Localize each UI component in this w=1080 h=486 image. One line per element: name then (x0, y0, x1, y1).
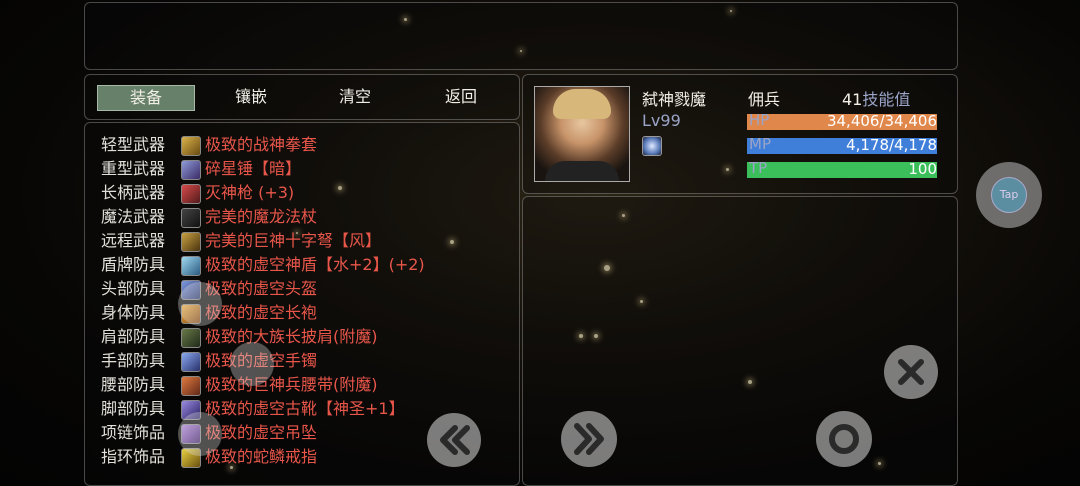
close-icon (898, 359, 924, 385)
hammer-icon (181, 159, 201, 180)
equipment-row[interactable]: 远程武器 完美的巨神十字弩【风】 (101, 229, 381, 253)
dpad-center-icon (230, 342, 274, 386)
slot-label: 指环饰品 (101, 447, 166, 466)
virtual-dpad[interactable] (170, 282, 320, 472)
item-name: 灭神枪 (+3) (205, 183, 295, 202)
slot-label: 腰部防具 (101, 375, 166, 394)
mp-value: 4,178/4,178 (846, 136, 937, 154)
portrait-hair (553, 89, 611, 119)
element-badge-icon (642, 136, 662, 156)
hp-value: 34,406/34,406 (826, 112, 937, 130)
tp-label: TP (749, 159, 768, 177)
slot-label: 轻型武器 (101, 135, 166, 154)
character-class: 佣兵 (748, 90, 781, 109)
equipment-row[interactable]: 重型武器 碎星锤【暗】 (101, 157, 301, 181)
slot-label: 手部防具 (101, 351, 166, 370)
floating-tap-button[interactable]: Tap (976, 162, 1042, 228)
tap-label: Tap (999, 188, 1019, 201)
next-page-button[interactable] (561, 411, 617, 467)
tab-equip[interactable]: 装备 (97, 85, 195, 111)
equipment-row[interactable]: 长柄武器 灭神枪 (+3) (101, 181, 294, 205)
staff-icon (181, 207, 201, 228)
tab-inlay[interactable]: 镶嵌 (203, 85, 299, 109)
portrait-shirt (545, 161, 619, 181)
skill-points-value: 41 (842, 90, 863, 109)
hp-bar: HP 34,406/34,406 (747, 111, 937, 130)
tap-button-inner: Tap (991, 177, 1027, 213)
slot-label: 肩部防具 (101, 327, 166, 346)
slot-label: 盾牌防具 (101, 255, 166, 274)
mp-label: MP (749, 135, 771, 153)
character-name: 弑神戮魔 (642, 90, 707, 109)
slot-label: 脚部防具 (101, 399, 166, 418)
slot-label: 身体防具 (101, 303, 166, 322)
tab-back[interactable]: 返回 (413, 85, 509, 109)
dpad-down-icon (178, 412, 222, 456)
dpad-up-icon (178, 282, 222, 326)
item-name: 完美的巨神十字弩【风】 (205, 231, 382, 250)
tp-value: 100 (908, 160, 937, 178)
prev-page-button[interactable] (427, 413, 481, 467)
slot-label: 项链饰品 (101, 423, 166, 442)
skill-points-label: 技能值 (862, 90, 911, 109)
slot-label: 长柄武器 (101, 183, 166, 202)
circle-icon (829, 424, 859, 454)
skill-points: 41技能值 (842, 86, 910, 110)
character-portrait[interactable] (534, 86, 630, 182)
shield-icon (181, 255, 201, 276)
slot-label: 远程武器 (101, 231, 166, 250)
confirm-button[interactable] (816, 411, 872, 467)
equipment-row[interactable]: 盾牌防具 极致的虚空神盾【水+2】(+2) (101, 253, 425, 277)
double-chevron-left-icon (440, 425, 470, 455)
equipment-row[interactable]: 轻型武器 极致的战神拳套 (101, 133, 317, 157)
spear-icon (181, 183, 201, 204)
hp-label: HP (749, 111, 770, 129)
character-level: Lv99 (642, 111, 681, 130)
item-name: 极致的虚空神盾【水+2】(+2) (205, 255, 425, 274)
item-name: 完美的魔龙法杖 (205, 207, 318, 226)
tab-clear[interactable]: 清空 (307, 85, 403, 109)
item-name: 极致的战神拳套 (205, 135, 318, 154)
gauntlet-icon (181, 135, 201, 156)
equipment-row[interactable]: 魔法武器 完美的魔龙法杖 (101, 205, 317, 229)
item-name: 碎星锤【暗】 (205, 159, 302, 178)
tp-bar: TP 100 (747, 159, 937, 178)
double-chevron-right-icon (574, 423, 604, 455)
top-message-panel (84, 2, 958, 70)
close-button[interactable] (884, 345, 938, 399)
mp-bar: MP 4,178/4,178 (747, 135, 937, 154)
equipment-tab-bar: 装备 镶嵌 清空 返回 (84, 74, 520, 120)
slot-label: 头部防具 (101, 279, 166, 298)
slot-label: 魔法武器 (101, 207, 166, 226)
slot-label: 重型武器 (101, 159, 166, 178)
crossbow-icon (181, 231, 201, 252)
